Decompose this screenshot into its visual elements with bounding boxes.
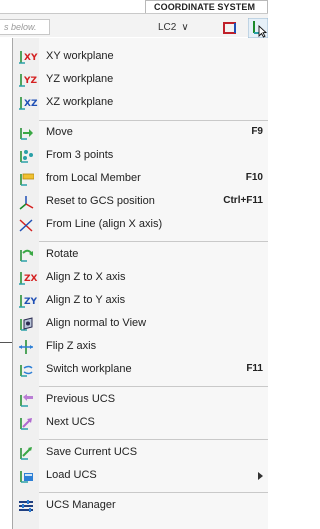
menu-item-label: Switch workplane: [46, 363, 132, 375]
menu-item-xy-workplane[interactable]: XY XY workplane: [13, 46, 268, 68]
menu-separator: [39, 492, 268, 493]
menu-separator: [39, 120, 268, 121]
shortcut-label: F9: [251, 126, 263, 137]
xz-axis-text: XZ: [24, 99, 38, 109]
menu-item-xz-workplane[interactable]: XZ XZ workplane: [13, 92, 268, 114]
submenu-arrow-icon: [258, 472, 263, 480]
local-member-icon: [18, 171, 35, 187]
yz-workplane-icon: YZ: [18, 72, 38, 88]
switch-workplane-icon: [18, 362, 34, 378]
menu-item-previous-ucs[interactable]: Previous UCS: [13, 389, 268, 411]
menu-item-align-normal-to-view[interactable]: Align normal to View: [13, 313, 268, 335]
flip-z-icon: [18, 339, 34, 355]
menu-item-label: from Local Member: [46, 172, 141, 184]
ribbon-tab-coordinate-system[interactable]: COORDINATE SYSTEM: [145, 0, 268, 13]
menu-item-move[interactable]: Move F9: [13, 122, 268, 144]
next-ucs-icon: [18, 415, 34, 431]
menu-item-flip-z[interactable]: Flip Z axis: [13, 336, 268, 358]
load-ucs-icon: [18, 468, 34, 484]
three-points-icon: [18, 148, 34, 164]
menu-item-label: Align Z to Y axis: [46, 294, 126, 306]
ucs-menu: XY XY workplane YZ YZ workplane XZ XZ wo…: [12, 38, 268, 529]
menu-item-reset-to-gcs[interactable]: Reset to GCS position Ctrl+F11: [13, 191, 268, 213]
menu-item-label: Next UCS: [46, 416, 95, 428]
chevron-down-icon: ∨: [181, 22, 189, 33]
shortcut-label: F10: [245, 172, 263, 183]
ucs-manager-icon: [18, 498, 34, 514]
menu-item-label: YZ workplane: [46, 73, 114, 85]
save-ucs-icon: [18, 445, 34, 461]
zx-axis-text: ZX: [24, 274, 38, 284]
menu-item-label: Move: [46, 126, 73, 138]
menu-item-label: XZ workplane: [46, 96, 114, 108]
from-line-icon: [18, 217, 34, 233]
menu-item-label: Rotate: [46, 248, 79, 260]
previous-ucs-icon: [18, 392, 34, 408]
menu-item-label: Reset to GCS position: [46, 195, 155, 207]
menu-item-next-ucs[interactable]: Next UCS: [13, 412, 268, 434]
menu-separator: [39, 439, 268, 440]
menu-item-from-line[interactable]: From Line (align X axis): [13, 214, 268, 236]
menu-item-yz-workplane[interactable]: YZ YZ workplane: [13, 69, 268, 91]
menu-item-ucs-manager[interactable]: UCS Manager: [13, 495, 268, 517]
align-z-y-icon: ZY: [18, 293, 38, 309]
menu-item-label: From Line (align X axis): [46, 218, 163, 230]
align-z-x-icon: ZX: [18, 270, 38, 286]
window-frame-icon[interactable]: [222, 20, 238, 39]
xz-workplane-icon: XZ: [18, 95, 38, 111]
menu-item-from-local-member[interactable]: from Local Member F10: [13, 168, 268, 190]
menu-item-from-3-points[interactable]: From 3 points: [13, 145, 268, 167]
canvas-line: [0, 342, 12, 343]
menu-item-rotate[interactable]: Rotate: [13, 244, 268, 266]
menu-item-label: Flip Z axis: [46, 340, 97, 352]
move-ucs-icon: [18, 125, 34, 141]
menu-separator: [39, 241, 268, 242]
menu-item-label: Align normal to View: [46, 317, 147, 329]
menu-item-label: From 3 points: [46, 149, 114, 161]
menu-item-switch-workplane[interactable]: Switch workplane F11: [13, 359, 268, 381]
yz-axis-text: YZ: [23, 76, 38, 86]
menu-item-label: Save Current UCS: [46, 446, 138, 458]
menu-item-label: Previous UCS: [46, 393, 116, 405]
menu-item-label: XY workplane: [46, 50, 114, 62]
align-view-icon: [18, 316, 34, 332]
menu-item-label: UCS Manager: [46, 499, 116, 511]
load-case-value: LC2: [158, 22, 177, 33]
menu-item-align-z-to-y[interactable]: ZY Align Z to Y axis: [13, 290, 268, 312]
menu-item-save-current-ucs[interactable]: Save Current UCS: [13, 442, 268, 464]
menu-item-label: Align Z to X axis: [46, 271, 126, 283]
reset-gcs-icon: [18, 194, 34, 210]
menu-item-align-z-to-x[interactable]: ZX Align Z to X axis: [13, 267, 268, 289]
menu-item-label: Load UCS: [46, 469, 97, 481]
rotate-icon: [18, 247, 34, 263]
shortcut-label: Ctrl+F11: [223, 195, 263, 206]
shortcut-label: F11: [246, 363, 263, 374]
load-case-select[interactable]: LC2 ∨: [158, 22, 189, 35]
search-input[interactable]: s below.: [0, 19, 50, 35]
menu-item-load-ucs[interactable]: Load UCS: [13, 465, 268, 487]
xy-axis-text: XY: [24, 53, 38, 63]
menu-separator: [39, 386, 268, 387]
zy-axis-text: ZY: [24, 297, 38, 307]
xy-workplane-icon: XY: [18, 49, 38, 65]
